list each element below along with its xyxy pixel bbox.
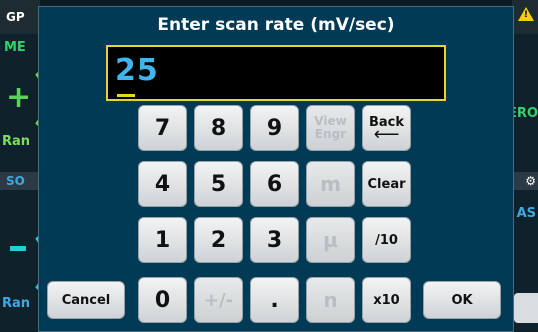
milli-button[interactable]: m [306,161,355,207]
divide-by-10-button[interactable]: /10 [362,217,411,263]
settings-icon: ⚙ [525,174,536,188]
key-1[interactable]: 1 [138,217,187,263]
view-engr-line2: Engr [314,127,347,141]
back-button[interactable]: Back ⟵ [362,105,411,151]
nano-button[interactable]: n [306,277,355,323]
key-0[interactable]: 0 [138,277,187,323]
key-2[interactable]: 2 [194,217,243,263]
decimal-point-button[interactable]: . [250,277,299,323]
value-entry-field[interactable]: 25 [106,45,446,101]
background-measure-label: ME [4,40,26,55]
minus-icon [10,246,26,251]
plus-minus-button[interactable]: +/- [194,277,243,323]
key-9[interactable]: 9 [250,105,299,151]
background-range-label-bottom: Ran [2,296,31,311]
background-source-label: SO [6,174,25,188]
value-entry-text: 25 [115,53,159,88]
background-range-label-top: Ran [2,134,31,149]
times-10-button[interactable]: x10 [362,277,411,323]
scan-rate-dialog: Enter scan rate (mV/sec) 25 7 8 9 View E… [38,6,514,332]
back-arrow-icon: ⟵ [373,123,400,145]
background-right-panel [512,0,538,332]
key-5[interactable]: 5 [194,161,243,207]
ok-button[interactable]: OK [423,281,501,319]
key-8[interactable]: 8 [194,105,243,151]
micro-button[interactable]: µ [306,217,355,263]
background-top-label: GP [6,10,25,24]
view-engr-button[interactable]: View Engr [306,105,355,151]
cancel-button[interactable]: Cancel [47,281,125,319]
dialog-title: Enter scan rate (mV/sec) [157,15,395,35]
key-6[interactable]: 6 [250,161,299,207]
plus-icon: + [6,80,32,115]
key-7[interactable]: 7 [138,105,187,151]
key-4[interactable]: 4 [138,161,187,207]
background-bottom-button [514,293,538,323]
clear-button[interactable]: Clear [362,161,411,207]
key-3[interactable]: 3 [250,217,299,263]
warning-mark: ! [523,10,528,20]
background-right-label-mid: AS [516,206,536,221]
entry-cursor [117,94,135,97]
